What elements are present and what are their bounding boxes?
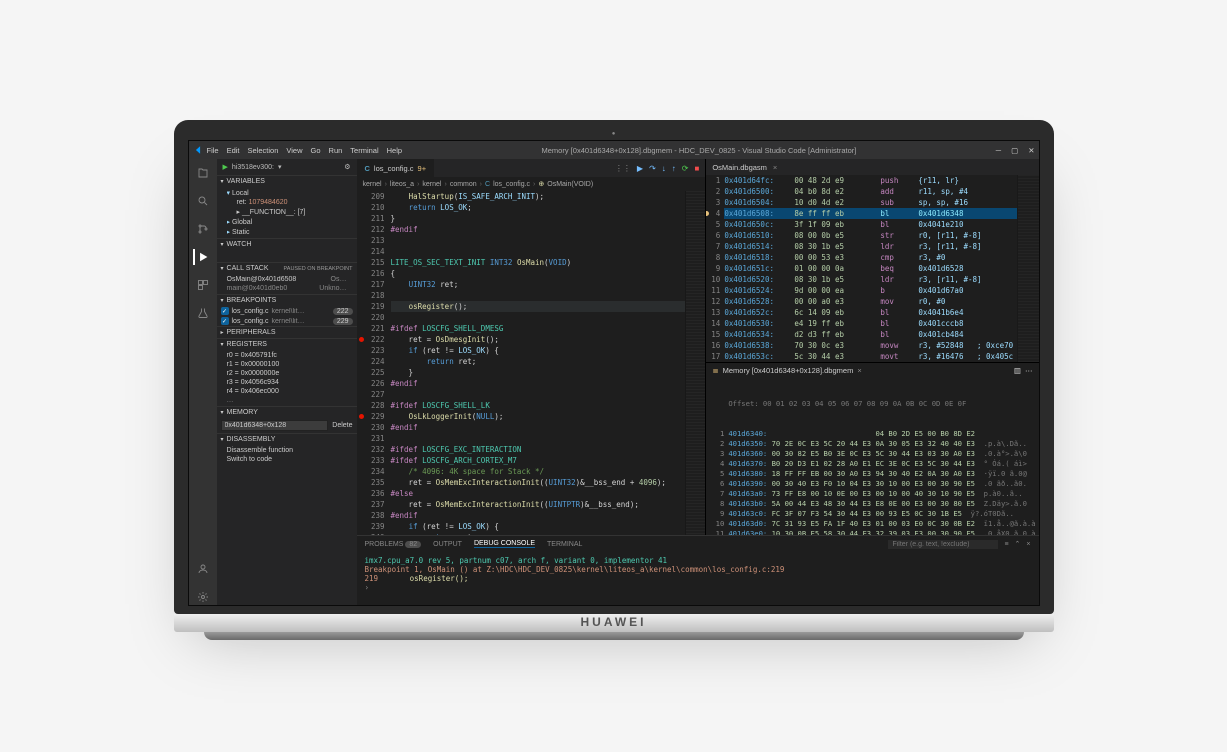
menu-help[interactable]: Help xyxy=(387,146,402,155)
run-debug-icon[interactable] xyxy=(193,249,209,265)
register-more: … xyxy=(227,396,347,405)
disassembly-section[interactable]: ▾DISASSEMBLY xyxy=(217,434,357,445)
account-icon[interactable] xyxy=(195,561,211,577)
breadcrumb[interactable]: kernel› liteos_a› kernel› common› C los_… xyxy=(357,177,706,191)
breakpoint-item[interactable]: ✓los_config.c kernel\lit…222 xyxy=(217,306,357,316)
maximize-icon[interactable]: ▢ xyxy=(1011,146,1018,155)
collapse-icon[interactable]: ⌃ xyxy=(1015,540,1021,548)
step-over-icon[interactable]: ↷ xyxy=(649,164,656,173)
memory-section[interactable]: ▾MEMORY xyxy=(217,407,357,418)
switch-to-code-link[interactable]: Switch to code xyxy=(227,455,347,464)
memory-delete-button[interactable]: Delete xyxy=(332,420,352,431)
editor-area: C los_config.c 9+ ⋮⋮ ▶ ↷ ↓ ↑ xyxy=(357,159,1039,605)
breakpoint-item[interactable]: ✓los_config.c kernel\lit…229 xyxy=(217,316,357,326)
tab-badge: 9+ xyxy=(418,164,427,173)
console-filter-input[interactable] xyxy=(888,540,998,549)
step-into-icon[interactable]: ↓ xyxy=(662,164,666,173)
test-icon[interactable] xyxy=(195,305,211,321)
debug-toolbar: ⋮⋮ ▶ ↷ ↓ ↑ ⟳ ■ xyxy=(609,164,705,173)
menu-run[interactable]: Run xyxy=(329,146,343,155)
console-prompt[interactable]: › xyxy=(365,583,1031,592)
debug-sidebar: ▶ hi3518ev300: ▾ ⚙ ▾VARIABLES ▾ Local re… xyxy=(217,159,357,605)
scope-static[interactable]: ▸ Static xyxy=(227,227,347,237)
search-icon[interactable] xyxy=(195,193,211,209)
memory-address-input[interactable] xyxy=(221,420,329,431)
tab-label: los_config.c xyxy=(374,164,414,173)
restart-icon[interactable]: ⟳ xyxy=(682,164,689,173)
register-row: r0 = 0x405791fc xyxy=(227,351,347,360)
minimap[interactable] xyxy=(685,191,705,535)
memory-editor-title: ≣ Memory [0x401d6348+0x128].dbgmem × ▥ ⋯ xyxy=(706,363,1038,377)
laptop-brand: HUAWEI xyxy=(174,614,1054,632)
window-title: Memory [0x401d6348+0x128].dbgmem - HDC_D… xyxy=(406,146,992,155)
chevron-down-icon: ▾ xyxy=(278,163,282,171)
vscode-logo-icon xyxy=(193,145,203,155)
callstack-section[interactable]: ▾CALL STACK PAUSED ON BREAKPOINT xyxy=(217,263,357,274)
var-function[interactable]: ▸ __FUNCTION__: [7] xyxy=(227,207,347,217)
registers-section[interactable]: ▾REGISTERS xyxy=(217,339,357,350)
panel-tab-debug-console[interactable]: DEBUG CONSOLE xyxy=(474,540,535,548)
play-icon: ▶ xyxy=(223,163,228,171)
settings-gear-icon[interactable] xyxy=(195,589,211,605)
callstack-frame[interactable]: OsMain@0x401d6508Os… xyxy=(227,275,347,284)
panel-tab-output[interactable]: OUTPUT xyxy=(433,541,462,548)
console-line: 219 osRegister(); xyxy=(365,574,1031,583)
memory-editor[interactable]: Offset: 00 01 02 03 04 05 06 07 08 09 0A… xyxy=(706,377,1038,535)
menu-go[interactable]: Go xyxy=(311,146,321,155)
tab-osmain-dbgasm[interactable]: OsMain.dbgasm × xyxy=(706,159,1038,175)
titlebar: File Edit Selection View Go Run Terminal… xyxy=(189,141,1039,159)
register-row: r1 = 0x00000100 xyxy=(227,360,347,369)
menu-view[interactable]: View xyxy=(286,146,302,155)
more-icon[interactable]: ⋯ xyxy=(1025,366,1033,375)
console-line: Breakpoint 1, OsMain () at Z:\HDC\HDC_DE… xyxy=(365,565,1031,574)
register-row: r2 = 0x0000000e xyxy=(227,369,347,378)
menu-file[interactable]: File xyxy=(207,146,219,155)
editor-tabbar-left: C los_config.c 9+ ⋮⋮ ▶ ↷ ↓ ↑ xyxy=(357,159,706,177)
minimize-icon[interactable]: ─ xyxy=(996,146,1001,155)
menu-terminal[interactable]: Terminal xyxy=(350,146,378,155)
extensions-icon[interactable] xyxy=(195,277,211,293)
checkbox-icon[interactable]: ✓ xyxy=(221,307,229,315)
close-icon[interactable]: ✕ xyxy=(1028,146,1034,155)
activity-bar xyxy=(189,159,217,605)
menu-edit[interactable]: Edit xyxy=(227,146,240,155)
stop-icon[interactable]: ■ xyxy=(694,164,699,173)
explorer-icon[interactable] xyxy=(195,165,211,181)
source-control-icon[interactable] xyxy=(195,221,211,237)
minimap[interactable] xyxy=(1017,175,1039,362)
gear-icon[interactable]: ⚙ xyxy=(344,163,350,171)
disassemble-function-link[interactable]: Disassemble function xyxy=(227,446,347,455)
disassembly-editor[interactable]: 1234▶567891011121314151617 0x401d64fc:00… xyxy=(706,175,1038,362)
checkbox-icon[interactable]: ✓ xyxy=(221,317,229,325)
debug-console[interactable]: imx7.cpu_a7.0 rev 5, partnum c07, arch f… xyxy=(357,552,1039,605)
split-editor-icon[interactable]: ▥ xyxy=(1014,366,1021,375)
watch-section[interactable]: ▾WATCH xyxy=(217,239,357,250)
panel-tab-problems[interactable]: PROBLEMS 82 xyxy=(365,541,422,548)
drag-handle-icon[interactable]: ⋮⋮ xyxy=(615,164,631,173)
scope-local[interactable]: ▾ Local xyxy=(227,188,347,198)
scope-global[interactable]: ▸ Global xyxy=(227,217,347,227)
continue-icon[interactable]: ▶ xyxy=(637,164,643,173)
panel-tab-terminal[interactable]: TERMINAL xyxy=(547,541,582,548)
source-editor[interactable]: 2092102112122132142152162172182192202212… xyxy=(357,191,706,535)
register-row: r3 = 0x4056c934 xyxy=(227,378,347,387)
debug-target-label: hi3518ev300: xyxy=(232,164,274,171)
variables-section[interactable]: ▾VARIABLES xyxy=(217,176,357,187)
peripherals-section[interactable]: ▸PERIPHERALS xyxy=(217,327,357,338)
bottom-panel: PROBLEMS 82 OUTPUT DEBUG CONSOLE TERMINA… xyxy=(357,535,1039,605)
breakpoints-section[interactable]: ▾BREAKPOINTS xyxy=(217,295,357,306)
close-panel-icon[interactable]: × xyxy=(1026,541,1030,548)
console-line: imx7.cpu_a7.0 rev 5, partnum c07, arch f… xyxy=(365,556,1031,565)
clear-icon[interactable]: ≡ xyxy=(1004,541,1008,548)
callstack-frame[interactable]: main@0x401d0eb0Unkno… xyxy=(227,284,347,293)
debug-target-selector[interactable]: ▶ hi3518ev300: ▾ ⚙ xyxy=(217,159,357,175)
register-row: r4 = 0x406ec000 xyxy=(227,387,347,396)
tab-los-config[interactable]: C los_config.c 9+ xyxy=(357,159,436,177)
var-ret[interactable]: ret: 1079484620 xyxy=(227,198,347,207)
menu-bar: File Edit Selection View Go Run Terminal… xyxy=(207,146,403,155)
step-out-icon[interactable]: ↑ xyxy=(672,164,676,173)
c-file-icon: C xyxy=(365,164,370,173)
menu-selection[interactable]: Selection xyxy=(248,146,279,155)
